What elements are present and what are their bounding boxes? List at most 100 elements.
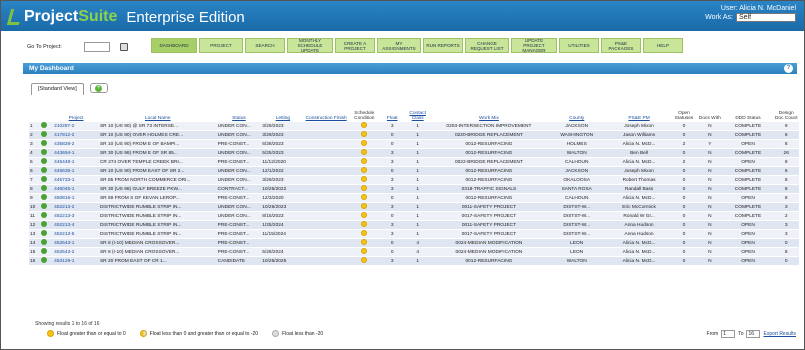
row-expand-cell[interactable] [40, 184, 54, 195]
row-expand-cell[interactable] [40, 130, 54, 141]
table-row[interactable]: 16 453129-1 SR 20 FROM EAST OF CR 1... CAND… [29, 256, 799, 267]
nav-button-search[interactable]: SEARCH [245, 38, 285, 53]
table-row[interactable]: 2 417812-2 SR 10 (US 90) OVER HOLMES CRE..… [29, 130, 799, 141]
cell-project-id[interactable]: 435828-2 [53, 139, 99, 150]
cell-project-id[interactable]: 452543-1 [53, 238, 99, 249]
cell-project-id[interactable]: 445733-1 [53, 175, 99, 186]
column-header-construction-finish[interactable]: Construction Finish [305, 96, 348, 122]
nav-button-my-assignments[interactable]: MY ASSIGNMENTS [377, 38, 421, 53]
expand-row-icon[interactable] [41, 131, 48, 138]
row-expand-cell[interactable] [40, 122, 54, 132]
cell-project-id[interactable]: 446045-1 [53, 184, 99, 195]
expand-row-icon[interactable] [41, 176, 48, 183]
table-row[interactable]: 8 446045-1 SR 30 (US 98) GULF BREEZE PKW..… [29, 184, 799, 195]
table-row[interactable]: 6 445635-1 SR 10 (US 90) FROM EAST OF SR 2… [29, 166, 799, 177]
table-row[interactable]: 3 435828-2 SR 10 (US 90) FROM E OF BAMPI..… [29, 139, 799, 150]
nav-button-update-project-manager[interactable]: UPDATE PROJECT MANAGER [511, 38, 557, 53]
row-expand-cell[interactable] [40, 202, 54, 213]
expand-row-icon[interactable] [41, 230, 48, 237]
nav-button-project[interactable]: PROJECT [199, 38, 243, 53]
table-row[interactable]: 9 450816-1 SR 69 FROM S OF KEVAN LEROP... P… [29, 193, 799, 204]
expand-row-icon[interactable] [41, 158, 48, 165]
column-header-status[interactable]: Status [217, 96, 262, 122]
row-expand-cell[interactable] [40, 157, 54, 168]
table-row[interactable]: 14 452543-1 SR 8 (I-10) MEDIAN CROSSOVER..… [29, 238, 799, 249]
cell-project-id[interactable]: 445448-1 [53, 157, 99, 168]
cell-project-id[interactable]: 450816-1 [53, 193, 99, 204]
cell-status: UNDER CON... [216, 166, 262, 177]
row-expand-cell[interactable] [40, 139, 54, 150]
cell-float: 4 [403, 247, 432, 258]
row-expand-cell[interactable] [40, 175, 54, 186]
cell-project-id[interactable]: 210287-2 [53, 122, 99, 132]
to-input[interactable]: 16 [746, 330, 761, 338]
workas-select[interactable]: Self [736, 13, 796, 22]
expand-row-icon[interactable] [41, 194, 48, 201]
cell-project-id[interactable]: 445635-1 [53, 166, 99, 177]
column-header-local-name[interactable]: Local Name [99, 96, 217, 122]
table-row[interactable]: 1 210287-2 SR 10 (US 90) @ SR 73 INTERSE..… [29, 122, 799, 132]
user-label[interactable]: User: Alicia N. McDaniel [705, 4, 796, 13]
help-icon[interactable]: ? [784, 64, 793, 73]
column-header-work-mix[interactable]: Work Mix [432, 96, 547, 122]
row-expand-cell[interactable] [40, 229, 54, 240]
column-header-county[interactable]: County [546, 96, 607, 122]
nav-button-create-a-project[interactable]: CREATE A PROJECT [335, 38, 375, 53]
expand-row-icon[interactable] [41, 239, 48, 246]
cell-project-id[interactable]: 452543-2 [53, 247, 99, 258]
cell-project-id[interactable]: 453129-1 [53, 256, 99, 267]
table-row[interactable]: 15 452543-2 SR 8 (I-10) MEDIAN CROSSOVER..… [29, 247, 799, 258]
row-expand-cell[interactable] [40, 220, 54, 231]
cell-project-id[interactable]: 452213-5 [53, 229, 99, 240]
row-index: 13 [29, 229, 41, 240]
cell-project-id[interactable]: 417812-2 [53, 130, 99, 141]
cell-project-id[interactable]: 443694-1 [53, 148, 99, 159]
row-expand-cell[interactable] [40, 256, 54, 267]
row-expand-cell[interactable] [40, 211, 54, 222]
expand-row-icon[interactable] [41, 221, 48, 228]
expand-row-icon[interactable] [41, 140, 48, 147]
row-expand-cell[interactable] [40, 148, 54, 159]
expand-row-icon[interactable] [41, 212, 48, 219]
table-row[interactable]: 7 445733-1 SR 85 FROM NORTH COMMERCE DRI..… [29, 175, 799, 186]
row-expand-cell[interactable] [40, 238, 54, 249]
table-row[interactable]: 5 445448-1 CR 274 OVER TEMPLE CREEK BRI...… [29, 157, 799, 168]
nav-button-utilities[interactable]: UTILITIES [559, 38, 599, 53]
column-header-ps-e-pm[interactable]: PS&E PM [607, 96, 671, 122]
table-row[interactable]: 11 452213-3 DISTRICTWIDE RUMBLE STRIP IN..… [29, 211, 799, 222]
cell-project-id[interactable]: 452213-2 [53, 202, 99, 213]
row-expand-cell[interactable] [40, 166, 54, 177]
table-row[interactable]: 12 452213-4 DISTRICTWIDE RUMBLE STRIP IN..… [29, 220, 799, 231]
nav-button-dashboard[interactable]: DASHBOARD [151, 38, 197, 53]
goto-project-input[interactable] [83, 42, 110, 52]
nav-button-ps-e-packages[interactable]: PS&E PACKAGES [601, 38, 641, 53]
nav-button-help[interactable]: HELP [643, 38, 683, 53]
row-expand-cell[interactable] [40, 193, 54, 204]
cell-project-id[interactable]: 452213-3 [53, 211, 99, 222]
expand-row-icon[interactable] [41, 185, 48, 192]
column-header-project[interactable]: Project [53, 96, 99, 122]
cell-project-id[interactable]: 452213-4 [53, 220, 99, 231]
cell-status: PRE-CONST... [216, 193, 262, 204]
print-icon[interactable] [119, 43, 128, 51]
nav-button-monthly-schedule-update[interactable]: MONTHLY SCHEDULE UPDATE [287, 38, 333, 53]
row-expand-cell[interactable] [40, 247, 54, 258]
expand-row-icon[interactable] [41, 122, 48, 129]
export-results-link[interactable]: Export Results [763, 331, 796, 337]
expand-row-icon[interactable] [41, 248, 48, 255]
table-row[interactable]: 13 452213-5 DISTRICTWIDE RUMBLE STRIP IN..… [29, 229, 799, 240]
expand-row-icon[interactable] [41, 149, 48, 156]
column-header-letting[interactable]: Letting [261, 96, 304, 122]
column-header-float[interactable]: Float [381, 96, 404, 122]
add-view-tab[interactable]: + [89, 83, 108, 93]
tab-standard-view[interactable]: [Standard View] [31, 83, 84, 95]
expand-row-icon[interactable] [41, 203, 48, 210]
from-input[interactable]: 1 [721, 330, 736, 338]
table-row[interactable]: 4 443694-1 SR 30 (US 98) FROM E OF SR 85..… [29, 148, 799, 159]
table-row[interactable]: 10 452213-2 DISTRICTWIDE RUMBLE STRIP IN..… [29, 202, 799, 213]
expand-row-icon[interactable] [41, 257, 48, 264]
column-header-contact-class[interactable]: Contact Class [404, 96, 432, 122]
expand-row-icon[interactable] [41, 167, 48, 174]
nav-button-change-request-list[interactable]: CHANGE REQUEST LIST [465, 38, 509, 53]
nav-button-run-reports[interactable]: RUN REPORTS [423, 38, 463, 53]
